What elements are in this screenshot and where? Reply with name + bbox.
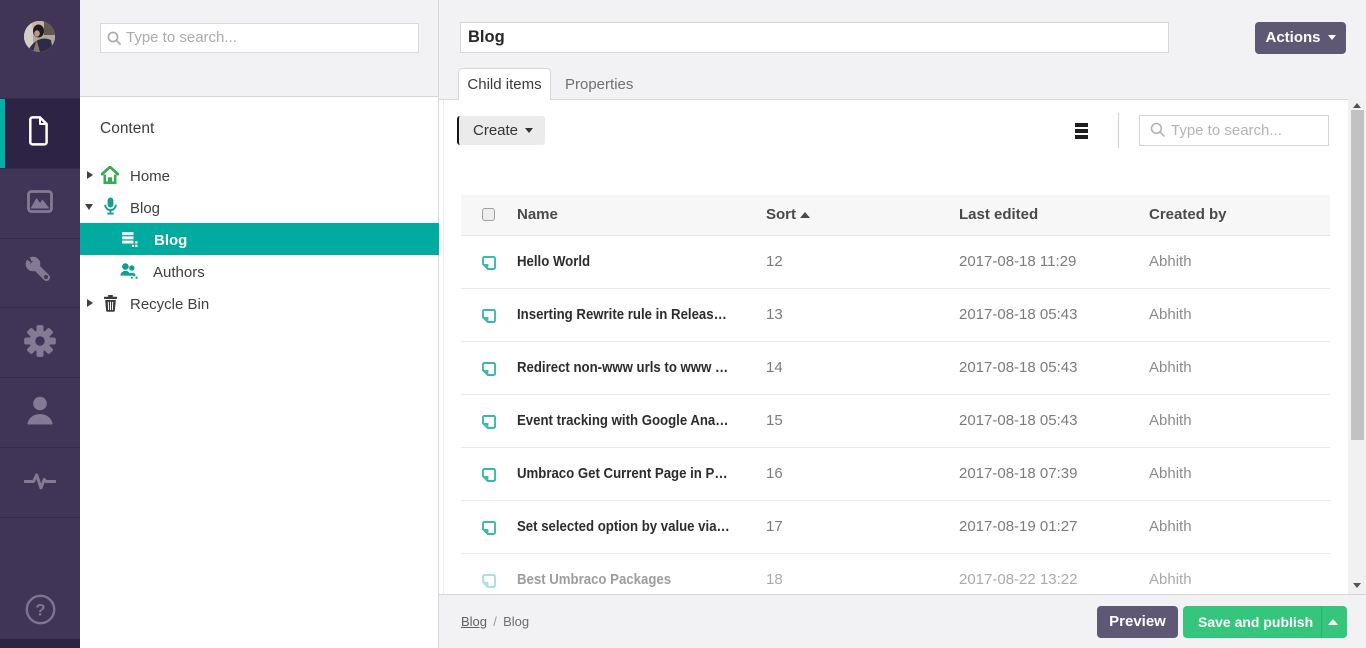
svg-text:?: ?	[35, 601, 45, 620]
